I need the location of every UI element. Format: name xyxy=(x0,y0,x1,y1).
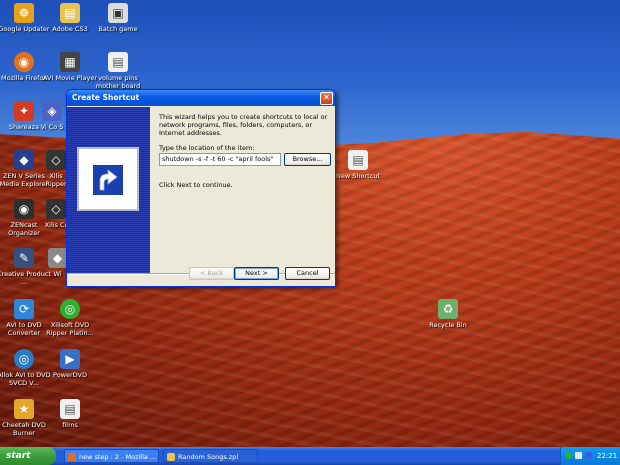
click-next-text: Click Next to continue. xyxy=(159,181,233,189)
desktop-icon-label: New Shortcut xyxy=(336,172,380,180)
film-icon: ▦ xyxy=(60,52,80,72)
desktop-icon-label: PowerDVD xyxy=(53,371,87,379)
browse-button[interactable]: Browse... xyxy=(284,153,331,166)
taskbar-item-random-songs[interactable]: Random Songs.zpl xyxy=(163,449,258,463)
desktop-icon-label: Vi Co S xyxy=(40,123,64,131)
dvd-icon: ◎ xyxy=(60,299,80,319)
close-icon: ✕ xyxy=(323,93,330,102)
desktop-icon-films[interactable]: ▤ films xyxy=(41,399,99,429)
folder-icon xyxy=(167,453,175,461)
converter-icon: ⟳ xyxy=(14,299,34,319)
cancel-button[interactable]: Cancel xyxy=(285,267,330,280)
google-updater-icon: ☸ xyxy=(14,3,34,23)
desktop-icon-label: Recycle Bin xyxy=(429,321,467,329)
start-button[interactable]: start xyxy=(0,447,56,465)
batch-file-icon: ▣ xyxy=(108,3,128,23)
recycle-bin-icon: ♻ xyxy=(438,299,458,319)
desktop-icon-label: films xyxy=(62,421,78,429)
document-icon: ▤ xyxy=(60,399,80,419)
firefox-icon: ◉ xyxy=(14,52,34,72)
desktop-icon-new-shortcut[interactable]: ▤ New Shortcut xyxy=(328,150,388,180)
ripper-icon: ◇ xyxy=(46,150,66,170)
zencast-icon: ◉ xyxy=(14,199,34,219)
document-icon: ▤ xyxy=(108,52,128,72)
desktop-icon-label: Wi xyxy=(53,270,62,278)
desktop-icon-label: ZENcast Organizer xyxy=(8,221,40,237)
dialog-title: Create Shortcut xyxy=(72,93,140,102)
location-label: Type the location of the item: xyxy=(159,144,255,152)
wizard-intro-text: This wizard helps you to create shortcut… xyxy=(159,113,328,137)
desktop-icon-label: Shareaza xyxy=(8,123,40,131)
desktop-icon-vi-co[interactable]: ◈ Vi Co S xyxy=(37,101,67,131)
creative-icon: ✎ xyxy=(14,248,34,268)
create-shortcut-dialog: Create Shortcut ✕ This wizard helps you … xyxy=(66,89,336,287)
start-label: start xyxy=(6,451,31,461)
desktop-icon-xilisoft-dvd-ripper[interactable]: ◎ Xilisoft DVD Ripper Platin... xyxy=(41,299,99,337)
desktop-icon-label: Xilis Cr xyxy=(44,221,68,229)
folder-icon: ▤ xyxy=(60,3,80,23)
desktop-icon-label: Cheetah DVD Burner xyxy=(2,421,46,437)
clock[interactable]: 22:21 xyxy=(597,447,617,465)
network-icon[interactable] xyxy=(565,452,572,459)
wizard-body: This wizard helps you to create shortcut… xyxy=(67,107,335,286)
desktop-icon-label: Adobe CS3 xyxy=(52,25,88,33)
dialog-titlebar[interactable]: Create Shortcut ✕ xyxy=(67,90,335,106)
shareaza-icon: ✦ xyxy=(14,101,34,121)
taskbar-item-label: Random Songs.zpl xyxy=(178,453,239,461)
desktop-icon-label: Batch game xyxy=(98,25,138,33)
desktop-icon-recycle-bin[interactable]: ♻ Recycle Bin xyxy=(419,299,477,329)
next-button[interactable]: Next > xyxy=(234,267,279,280)
close-button[interactable]: ✕ xyxy=(320,92,333,105)
desktop-icon-label: Xilis Ripper xyxy=(45,172,67,188)
wizard-banner xyxy=(67,107,150,274)
document-icon: ▤ xyxy=(348,150,368,170)
app-icon: ◆ xyxy=(47,248,68,268)
shortcut-arrow-box xyxy=(93,165,123,195)
zen-icon: ◆ xyxy=(14,150,34,170)
taskbar-item-mozilla[interactable]: new step : 2 - Mozilla ... xyxy=(64,449,159,463)
shortcut-wizard-icon xyxy=(77,147,139,211)
system-tray: 22:21 xyxy=(560,447,620,465)
back-button[interactable]: < Back xyxy=(189,267,234,280)
app-icon: ◈ xyxy=(42,101,62,121)
firefox-icon xyxy=(68,453,76,461)
ripper-icon: ◇ xyxy=(46,199,66,219)
taskbar: start new step : 2 - Mozilla ... Random … xyxy=(0,447,620,465)
desktop-icon-powerdvd[interactable]: ▶ PowerDVD xyxy=(41,349,99,379)
desktop-icon-label: Creative Product ... xyxy=(0,270,51,286)
dvd-icon: ◎ xyxy=(14,349,34,369)
play-icon: ▶ xyxy=(60,349,80,369)
location-input[interactable]: shutdown -s -f -t 60 -c "april fools" xyxy=(159,153,281,166)
desktop-icon-label: AVI to DVD Converter xyxy=(6,321,42,337)
shortcut-arrow-icon xyxy=(99,169,118,191)
cheetah-icon: ★ xyxy=(14,399,34,419)
desktop-icon-label: Xilisoft DVD Ripper Platin... xyxy=(46,321,94,337)
desktop-icon-label: volume pins mother board xyxy=(95,74,141,90)
taskbar-item-label: new step : 2 - Mozilla ... xyxy=(79,453,157,461)
volume-icon[interactable] xyxy=(575,452,582,459)
desktop-icon-volume-pins[interactable]: ▤ volume pins mother board xyxy=(89,52,147,90)
tray-app-icon[interactable] xyxy=(585,452,592,459)
desktop-icon-batch-game[interactable]: ▣ Batch game xyxy=(89,3,147,33)
